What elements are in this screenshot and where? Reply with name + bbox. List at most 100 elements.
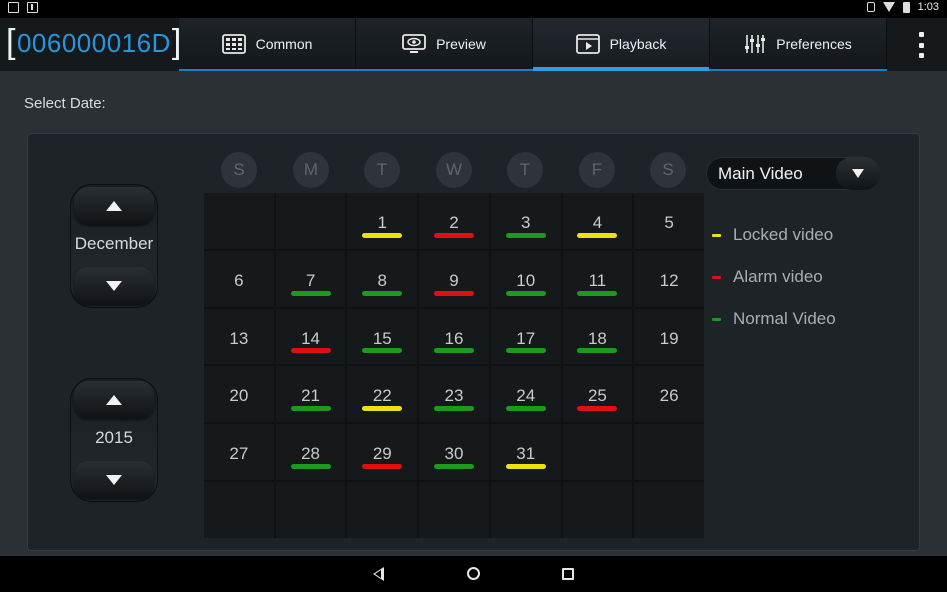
notification-icons	[8, 2, 38, 13]
calendar-day-number: 18	[587, 328, 607, 348]
calendar-day-cell[interactable]: 20	[204, 366, 274, 423]
calendar-day-cell[interactable]: 4	[562, 193, 633, 249]
vibrate-icon	[866, 2, 875, 12]
year-up-button[interactable]	[74, 381, 154, 419]
calendar-day-cell[interactable]: 27	[204, 424, 274, 481]
menu-dot	[919, 53, 924, 58]
video-type-selected: Main Video	[718, 164, 803, 183]
calendar-day-cell[interactable]: 5	[634, 193, 704, 249]
normal-video-marker	[505, 348, 546, 354]
device-id-text: 006000016D	[16, 28, 171, 58]
calendar-day-cell[interactable]: 15	[347, 308, 418, 365]
home-icon[interactable]	[467, 567, 480, 580]
calendar-day-cell[interactable]: 23	[419, 366, 489, 423]
calendar-day-cell[interactable]: 13	[204, 308, 274, 365]
calendar-day-number: 31	[516, 444, 536, 464]
calendar-empty-cell	[419, 482, 489, 538]
tab-preview-label: Preview	[436, 35, 486, 52]
calendar-day-number: 9	[449, 270, 459, 290]
calendar-day-cell[interactable]: 17	[490, 308, 561, 365]
recents-icon[interactable]	[562, 568, 574, 580]
calendar-day-cell[interactable]: 12	[634, 250, 704, 307]
calendar-day-number: 12	[659, 270, 679, 290]
more-vert-icon[interactable]	[919, 32, 925, 58]
menu-dot	[919, 42, 924, 48]
legend-label: Alarm video	[733, 267, 823, 286]
dropdown-toggle-button[interactable]	[836, 157, 880, 190]
locked-video-marker	[362, 232, 403, 238]
bracket-left-icon: [	[6, 22, 16, 61]
year-value: 2015	[95, 428, 133, 447]
system-nav-bar	[0, 556, 947, 592]
normal-video-marker	[433, 348, 474, 354]
calendar-day-cell[interactable]: 29	[347, 424, 418, 481]
tab-preview[interactable]: Preview	[356, 18, 533, 69]
calendar-day-cell[interactable]: 26	[634, 366, 704, 423]
calendar-day-cell[interactable]: 25	[562, 366, 633, 423]
calendar-day-number: 28	[301, 444, 321, 464]
calendar-day-cell[interactable]: 28	[275, 424, 346, 481]
normal-video-marker	[505, 232, 546, 238]
calendar-empty-cell	[204, 482, 274, 538]
calendar-day-cell[interactable]: 1	[347, 193, 418, 249]
calendar-day-number: 15	[372, 328, 392, 348]
calendar-day-cell[interactable]: 30	[419, 424, 489, 481]
calendar-day-cell[interactable]: 2	[419, 193, 489, 249]
calendar-empty-cell	[275, 193, 346, 249]
calendar-day-cell[interactable]: 7	[275, 250, 346, 307]
legend-item-normal: Normal Video	[712, 298, 836, 340]
calendar-empty-cell	[204, 193, 274, 249]
arrow-up-icon	[106, 395, 122, 405]
calendar-day-cell[interactable]: 6	[204, 250, 274, 307]
tab-playback[interactable]: Playback	[533, 18, 710, 71]
calendar-empty-cell	[275, 482, 346, 538]
legend: Locked video Alarm video Normal Video	[712, 214, 836, 340]
calendar-day-number: 26	[659, 386, 679, 406]
calendar-day-cell[interactable]: 18	[562, 308, 633, 365]
calendar-empty-cell	[562, 424, 633, 481]
weekday-header: S M T W T F S	[204, 152, 704, 192]
calendar-day-cell[interactable]: 10	[490, 250, 561, 307]
calendar-day-number: 21	[301, 386, 321, 406]
sliders-icon	[745, 34, 766, 53]
menu-dot	[919, 32, 924, 37]
month-up-button[interactable]	[74, 187, 154, 225]
chevron-down-icon	[852, 169, 864, 178]
calendar-day-cell[interactable]: 16	[419, 308, 489, 365]
tab-common[interactable]: Common	[179, 18, 356, 69]
video-type-dropdown[interactable]: Main Video	[706, 157, 880, 190]
normal-video-marker	[290, 464, 331, 470]
month-down-button[interactable]	[74, 267, 154, 305]
app-header: [ 006000016D ] Common Preview Playback P…	[0, 18, 947, 71]
locked-video-marker	[362, 406, 403, 412]
eye-monitor-icon	[402, 33, 426, 53]
download-notification-icon	[27, 2, 38, 13]
calendar-day-cell[interactable]: 14	[275, 308, 346, 365]
calendar-day-cell[interactable]: 3	[490, 193, 561, 249]
legend-label: Locked video	[733, 225, 834, 244]
calendar-day-cell[interactable]: 8	[347, 250, 418, 307]
tab-preferences-label: Preferences	[776, 35, 852, 52]
calendar-day-cell[interactable]: 24	[490, 366, 561, 423]
weekday-label: W	[436, 152, 472, 188]
back-icon[interactable]	[373, 567, 384, 581]
normal-video-marker	[362, 348, 403, 354]
calendar-day-number: 30	[444, 444, 464, 464]
legend-item-locked: Locked video	[712, 214, 836, 256]
calendar-day-number: 3	[520, 213, 531, 232]
calendar-empty-cell	[634, 482, 704, 538]
calendar-day-cell[interactable]: 19	[634, 308, 704, 365]
tab-preferences[interactable]: Preferences	[710, 18, 887, 69]
calendar-day-cell[interactable]: 22	[347, 366, 418, 423]
image-notification-icon	[8, 2, 19, 13]
month-spinner: December	[70, 184, 158, 308]
legend-label: Normal Video	[733, 309, 836, 328]
calendar-day-cell[interactable]: 31	[490, 424, 561, 481]
calendar-day-cell[interactable]: 9	[419, 250, 489, 307]
calendar-day-cell[interactable]: 21	[275, 366, 346, 423]
year-down-button[interactable]	[74, 461, 154, 499]
device-id-label: [ 006000016D ]	[6, 22, 182, 61]
arrow-down-icon	[106, 281, 122, 291]
calendar-day-cell[interactable]: 11	[562, 250, 633, 307]
calendar-day-number: 2	[449, 213, 459, 232]
